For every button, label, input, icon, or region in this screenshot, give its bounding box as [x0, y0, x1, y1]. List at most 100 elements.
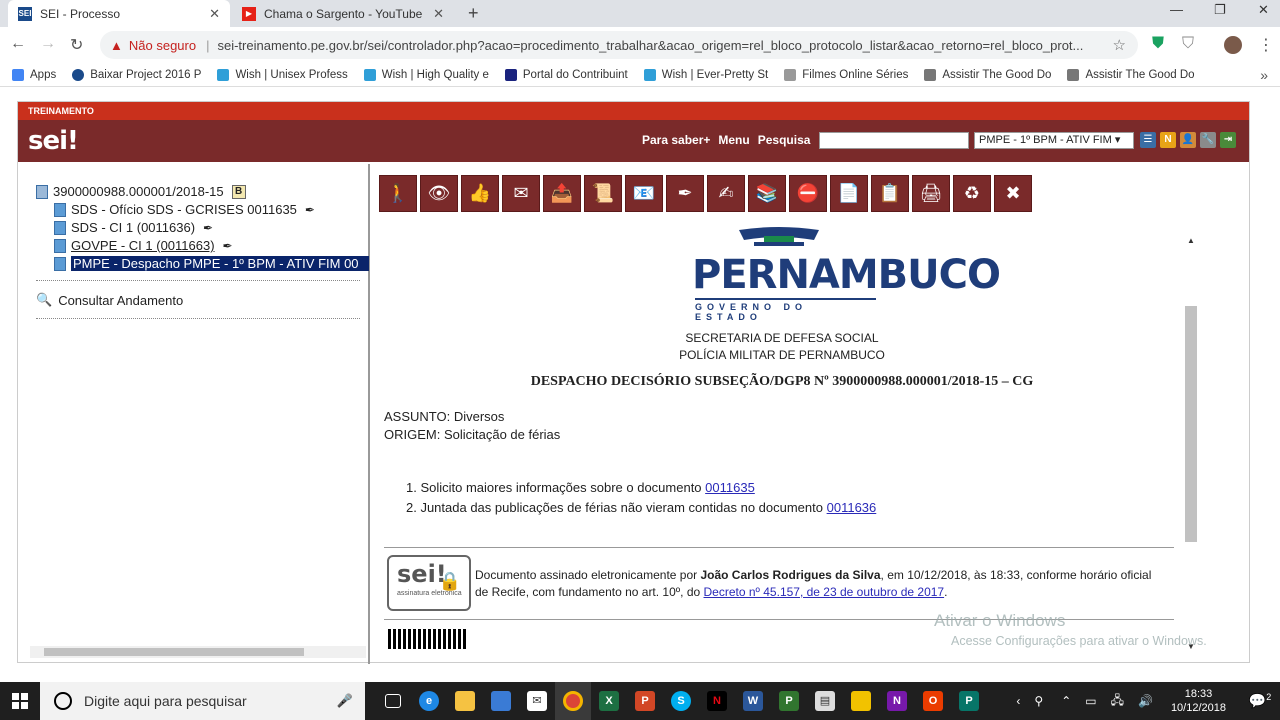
- mail-icon[interactable]: ✉: [519, 682, 555, 720]
- notes-app-icon[interactable]: [843, 682, 879, 720]
- process-node[interactable]: 3900000988.000001/2018-15 B: [36, 184, 246, 199]
- clock[interactable]: 18:33 10/12/2018: [1171, 687, 1226, 715]
- microphone-icon[interactable]: 🎤: [337, 693, 353, 709]
- doc-link-0011636[interactable]: 0011636: [827, 500, 877, 515]
- document-icon[interactable]: ▤: [807, 682, 843, 720]
- menu-para-saber[interactable]: Para saber+: [642, 133, 710, 147]
- show-hidden-icons-icon[interactable]: ⌃: [1061, 694, 1071, 708]
- bookmark-item[interactable]: Assistir The Good Do: [924, 68, 1051, 81]
- sign-block-icon[interactable]: ✍: [707, 175, 745, 212]
- menu-menu[interactable]: Menu: [718, 133, 749, 147]
- extension-shield-icon[interactable]: ⛊: [1152, 35, 1164, 53]
- back-icon[interactable]: ←: [10, 35, 26, 53]
- decreto-link[interactable]: Decreto nº 45.157, de 23 de outubro de 2…: [704, 585, 945, 599]
- envelope-icon[interactable]: ✉: [502, 175, 540, 212]
- volume-icon[interactable]: 🔊: [1138, 694, 1153, 708]
- more-bookmarks-icon[interactable]: »: [1260, 67, 1268, 83]
- taskbar-search[interactable]: Digite aqui para pesquisar 🎤: [40, 682, 365, 720]
- list-icon[interactable]: ☰: [1140, 132, 1156, 148]
- url-text[interactable]: sei-treinamento.pe.gov.br/sei/controlado…: [217, 38, 1117, 53]
- bookmark-item[interactable]: Wish | Unisex Profess: [217, 68, 348, 81]
- bookmark-item[interactable]: Assistir The Good Do: [1067, 68, 1195, 81]
- consultar-andamento-link[interactable]: 🔍 Consultar Andamento: [36, 292, 183, 308]
- bookmark-star-icon[interactable]: ☆: [1113, 36, 1126, 54]
- office-icon[interactable]: O: [915, 682, 951, 720]
- copy-icon[interactable]: 📋: [871, 175, 909, 212]
- notification-center-icon[interactable]: 💬2: [1240, 692, 1280, 710]
- skype-icon[interactable]: S: [663, 682, 699, 720]
- people-icon[interactable]: 🚶: [379, 175, 417, 212]
- extension-shield2-icon[interactable]: ⛉: [1182, 35, 1194, 53]
- user-icon[interactable]: 👤: [1180, 132, 1196, 148]
- project-icon[interactable]: P: [771, 682, 807, 720]
- chevron-left-icon[interactable]: ‹: [1016, 694, 1020, 708]
- file-explorer-icon[interactable]: [447, 682, 483, 720]
- tools-icon[interactable]: 🔧: [1200, 132, 1216, 148]
- print-icon[interactable]: 🖨: [912, 175, 950, 212]
- sei-logo[interactable]: sei!: [28, 126, 79, 156]
- exit-icon[interactable]: ⇥: [1220, 132, 1236, 148]
- tree-doc-item-selected[interactable]: PMPE - Despacho PMPE - 1º BPM - ATIV FIM…: [54, 256, 369, 271]
- close-window-icon[interactable]: ✕: [1258, 2, 1269, 18]
- close-tab-icon[interactable]: ✕: [209, 6, 220, 22]
- process-number[interactable]: 3900000988.000001/2018-15: [53, 184, 224, 199]
- reload-icon[interactable]: ↻: [70, 35, 83, 55]
- close-tab-icon[interactable]: ✕: [433, 6, 444, 22]
- bookmark-item[interactable]: Baixar Project 2016 P: [72, 68, 201, 81]
- block-badge[interactable]: B: [231, 184, 246, 199]
- chrome-icon[interactable]: [555, 682, 591, 720]
- forward-icon[interactable]: →: [40, 35, 56, 53]
- notes-icon[interactable]: 📜: [584, 175, 622, 212]
- edge-icon[interactable]: e: [411, 682, 447, 720]
- publisher-icon[interactable]: P: [951, 682, 987, 720]
- not-secure-label[interactable]: Não seguro: [129, 38, 196, 53]
- tree-doc-item[interactable]: GOVPE - CI 1 (0011663) ✒: [54, 238, 233, 253]
- tree-doc-label[interactable]: GOVPE - CI 1 (0011663): [71, 238, 215, 253]
- powerpoint-icon[interactable]: P: [627, 682, 663, 720]
- email-icon[interactable]: 📧: [625, 175, 663, 212]
- tree-doc-label[interactable]: PMPE - Despacho PMPE - 1º BPM - ATIV FIM…: [71, 256, 369, 271]
- minimize-icon[interactable]: —: [1170, 2, 1183, 17]
- task-view-icon[interactable]: [375, 682, 411, 720]
- tree-doc-label[interactable]: SDS - CI 1 (0011636): [71, 220, 195, 235]
- bookmark-item[interactable]: Portal do Contribuint: [504, 68, 628, 81]
- network-icon[interactable]: 🖧: [1111, 691, 1124, 712]
- netflix-icon[interactable]: N: [699, 682, 735, 720]
- tab-youtube[interactable]: ▶ Chama o Sargento - YouTube ✕: [232, 0, 454, 27]
- onenote-icon[interactable]: N: [879, 682, 915, 720]
- bookmark-item[interactable]: Wish | Ever-Pretty St: [643, 68, 768, 81]
- scroll-up-icon[interactable]: ▲: [1187, 236, 1195, 245]
- scroll-thumb[interactable]: [44, 648, 304, 656]
- battery-icon[interactable]: ▭: [1085, 694, 1096, 708]
- eye-icon[interactable]: 👁: [420, 175, 458, 212]
- profile-avatar[interactable]: [1224, 36, 1242, 54]
- menu-kebab-icon[interactable]: ⋮: [1258, 35, 1274, 55]
- consultar-label[interactable]: Consultar Andamento: [58, 293, 183, 308]
- new-tab-button[interactable]: +: [468, 3, 479, 24]
- omnibox[interactable]: ▲ Não seguro | sei-treinamento.pe.gov.br…: [100, 31, 1138, 59]
- document-vertical-scrollbar[interactable]: ▲ ▼: [1185, 236, 1197, 656]
- doc-link-0011635[interactable]: 0011635: [705, 480, 755, 495]
- word-icon[interactable]: W: [735, 682, 771, 720]
- thumbs-up-icon[interactable]: 👍: [461, 175, 499, 212]
- cancel-icon[interactable]: ⛔: [789, 175, 827, 212]
- tab-sei-processo[interactable]: SEI SEI - Processo ✕: [8, 0, 230, 27]
- sei-search-input[interactable]: [819, 132, 969, 149]
- menu-pesquisa[interactable]: Pesquisa: [758, 133, 811, 147]
- search-placeholder[interactable]: Digite aqui para pesquisar: [84, 693, 247, 709]
- tree-horizontal-scrollbar[interactable]: [30, 646, 366, 658]
- document-star-icon[interactable]: 📄: [830, 175, 868, 212]
- tree-doc-label[interactable]: SDS - Ofício SDS - GCRISES 0011635: [71, 202, 297, 217]
- start-button[interactable]: [0, 682, 40, 720]
- people-tray-icon[interactable]: ⚲: [1034, 694, 1043, 708]
- bookmark-apps[interactable]: Apps: [12, 68, 56, 81]
- store-icon[interactable]: [483, 682, 519, 720]
- tree-doc-item[interactable]: SDS - Ofício SDS - GCRISES 0011635 ✒: [54, 202, 315, 217]
- bookmark-item[interactable]: Filmes Online Séries: [784, 68, 908, 81]
- send-icon[interactable]: 📤: [543, 175, 581, 212]
- excel-icon[interactable]: X: [591, 682, 627, 720]
- scroll-thumb[interactable]: [1185, 306, 1197, 542]
- books-icon[interactable]: 📚: [748, 175, 786, 212]
- sign-pen-icon[interactable]: ✒: [666, 175, 704, 212]
- delete-document-icon[interactable]: ✖: [994, 175, 1032, 212]
